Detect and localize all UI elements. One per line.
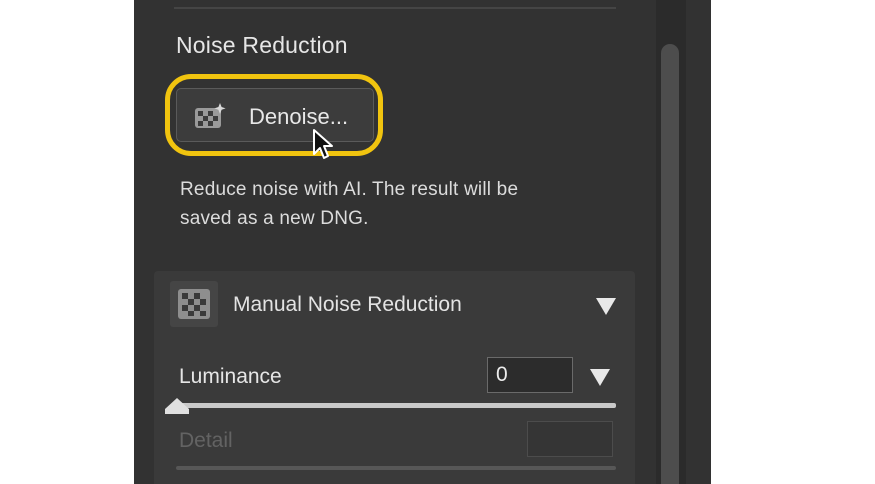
detail-value-field[interactable]: [527, 421, 613, 457]
scrollbar-thumb[interactable]: [661, 44, 679, 484]
detail-label: Detail: [179, 429, 233, 452]
triangle-down-icon[interactable]: [595, 296, 617, 316]
develop-panel: Noise Reduction Denoise... Reduce noise …: [134, 0, 711, 484]
denoise-button[interactable]: Denoise...: [176, 88, 374, 142]
noise-grid-icon: [178, 289, 210, 319]
mouse-pointer-icon: [313, 129, 333, 159]
denoise-button-label: Denoise...: [249, 104, 349, 129]
luminance-value-field[interactable]: 0: [487, 357, 573, 393]
manual-noise-reduction-title: Manual Noise Reduction: [233, 293, 462, 316]
manual-noise-reduction-panel: Manual Noise Reduction Luminance 0 Detai…: [154, 271, 635, 484]
luminance-slider-thumb[interactable]: [164, 397, 190, 415]
luminance-menu-triangle-icon[interactable]: [589, 367, 611, 387]
denoise-ai-icon: [195, 103, 226, 128]
description-line-1: Reduce noise with AI. The result will be: [180, 179, 519, 200]
screenshot-page: Noise Reduction Denoise... Reduce noise …: [0, 0, 875, 484]
section-divider: [174, 7, 616, 9]
denoise-description: Reduce noise with AI. The result will be…: [180, 175, 640, 233]
luminance-slider-track[interactable]: [176, 403, 616, 408]
section-title: Noise Reduction: [176, 32, 348, 58]
description-line-2: saved as a new DNG.: [180, 208, 369, 229]
manual-noise-icon-box: [170, 281, 218, 327]
detail-slider-track[interactable]: [176, 466, 616, 470]
luminance-label: Luminance: [179, 365, 282, 388]
